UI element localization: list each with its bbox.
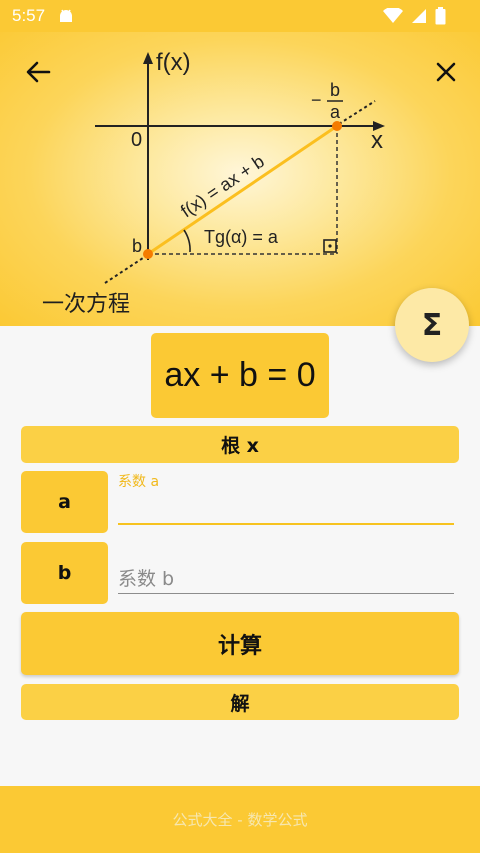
page-title: 一次方程 bbox=[42, 292, 131, 317]
x-axis-label: x bbox=[371, 127, 383, 154]
root-denominator: a bbox=[330, 102, 341, 122]
sigma-icon: Σ bbox=[421, 307, 443, 343]
linear-function-diagram: f(x) x 0 b − b a f(x) = ax + b Tg(α) = a bbox=[95, 49, 385, 284]
calculate-button[interactable]: 计算 bbox=[21, 612, 459, 675]
y-axis-label: f(x) bbox=[156, 49, 191, 76]
arrow-left-icon bbox=[26, 61, 51, 83]
coefficient-a-input[interactable] bbox=[118, 493, 454, 523]
root-sign: − bbox=[311, 90, 322, 110]
angle-label: Tg(α) = a bbox=[204, 227, 279, 247]
status-bar: 5:57 bbox=[0, 0, 480, 32]
formula-fab-button[interactable]: Σ bbox=[395, 288, 469, 362]
coefficient-a-field[interactable]: 系数 a bbox=[118, 471, 454, 533]
signal-icon bbox=[412, 9, 426, 23]
equation-display: ax + b = 0 bbox=[151, 333, 329, 418]
coefficient-b-underline bbox=[118, 593, 454, 594]
status-icons bbox=[383, 7, 446, 25]
coefficient-b-field[interactable] bbox=[118, 542, 454, 604]
header-banner: f(x) x 0 b − b a f(x) = ax + b Tg(α) = a… bbox=[0, 32, 480, 326]
coefficient-a-underline bbox=[118, 523, 454, 525]
battery-icon bbox=[435, 7, 446, 25]
result-label: 根 x bbox=[21, 426, 459, 463]
status-time: 5:57 bbox=[12, 6, 46, 25]
footer-bar: 公式大全 - 数学公式 bbox=[0, 786, 480, 853]
root-numerator: b bbox=[330, 80, 340, 100]
calculator-content: ax + b = 0 根 x a 系数 a b 计算 解 bbox=[0, 326, 480, 786]
close-icon bbox=[436, 62, 456, 82]
solution-label: 解 bbox=[21, 684, 459, 720]
close-button[interactable] bbox=[426, 54, 466, 90]
footer-text: 公式大全 - 数学公式 bbox=[172, 811, 308, 829]
wifi-icon bbox=[383, 8, 403, 23]
coefficient-a-floating-label: 系数 a bbox=[118, 474, 160, 490]
origin-label: 0 bbox=[131, 129, 142, 151]
var-label-b: b bbox=[21, 542, 108, 604]
var-label-a: a bbox=[21, 471, 108, 533]
intercept-label: b bbox=[132, 236, 142, 256]
android-app-icon bbox=[60, 9, 72, 22]
back-button[interactable] bbox=[18, 54, 58, 90]
coefficient-b-input[interactable] bbox=[118, 564, 454, 594]
line-equation-label: f(x) = ax + b bbox=[177, 151, 268, 221]
